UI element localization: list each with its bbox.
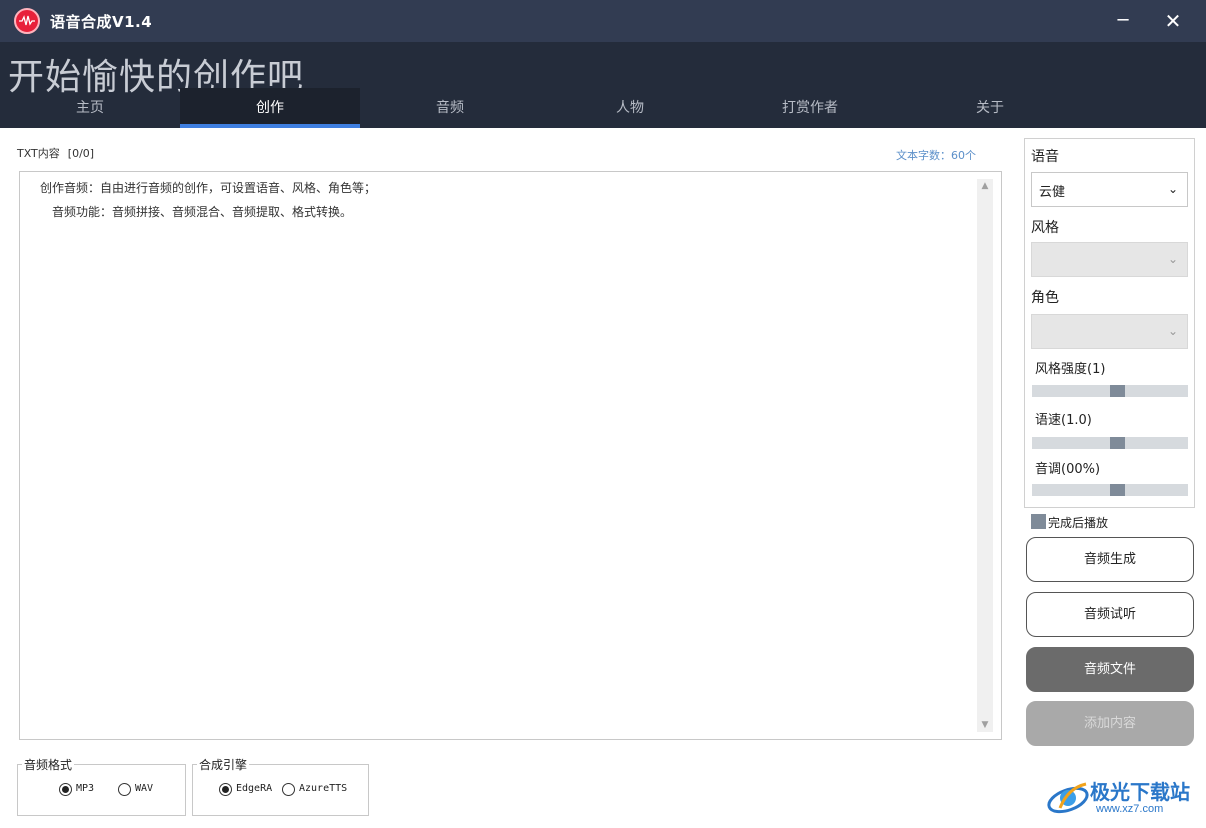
- radio-circle-checked[interactable]: [219, 783, 232, 796]
- voice-settings-panel: 语音 云健 ⌄ 风格 ⌄ 角色 ⌄ 风格强度(1) 语速(1.0) 音调(00%…: [1024, 138, 1195, 508]
- window-title: 语音合成V1.4: [50, 13, 153, 31]
- chevron-down-icon: ⌄: [1168, 324, 1179, 338]
- chevron-down-icon: ⌄: [1168, 182, 1179, 196]
- voice-select[interactable]: 云健 ⌄: [1031, 172, 1188, 207]
- minimize-button[interactable]: ─: [1110, 8, 1136, 34]
- radio-circle-checked[interactable]: [59, 783, 72, 796]
- char-count: 文本字数：60个: [896, 149, 976, 162]
- editor-line: 创作音频：自由进行音频的创作，可设置语音、风格、角色等；: [40, 181, 377, 195]
- slider-thumb[interactable]: [1110, 484, 1125, 496]
- style-label: 风格: [1031, 220, 1059, 236]
- txt-count: [0/0]: [67, 147, 95, 160]
- style-strength-slider[interactable]: [1032, 385, 1188, 397]
- editor-scrollbar[interactable]: ▲ ▼: [977, 179, 993, 732]
- txt-content-label: TXT内容 [0/0]: [17, 145, 94, 161]
- tab-bar: 主页 创作 音频 人物 打赏作者 关于: [0, 88, 1080, 128]
- style-strength-label: 风格强度(1): [1035, 362, 1106, 377]
- radio-label: EdgeRA: [236, 783, 273, 794]
- scroll-up-icon[interactable]: ▲: [977, 179, 993, 193]
- site-watermark: 极光下载站 www.xz7.com: [1044, 772, 1204, 822]
- audio-format-group: 音频格式 MP3 WAV: [17, 756, 186, 816]
- voice-label: 语音: [1031, 149, 1059, 165]
- audio-file-button[interactable]: 音频文件: [1026, 647, 1194, 692]
- radio-label: WAV: [135, 783, 154, 794]
- scroll-down-icon[interactable]: ▼: [977, 718, 993, 732]
- text-editor[interactable]: 创作音频：自由进行音频的创作，可设置语音、风格、角色等； 音频功能：音频拼接、音…: [19, 171, 1002, 740]
- microphone-wave-icon: [14, 8, 40, 34]
- watermark-title: 极光下载站: [1090, 780, 1190, 804]
- app-window: 语音合成V1.4 ─ ✕ 开始愉快的创作吧 主页 创作 音频 人物 打赏作者 关…: [0, 0, 1206, 828]
- role-select[interactable]: ⌄: [1031, 314, 1188, 349]
- slider-thumb[interactable]: [1110, 385, 1125, 397]
- tab-donate[interactable]: 打赏作者: [720, 88, 900, 128]
- banner: 开始愉快的创作吧 主页 创作 音频 人物 打赏作者 关于: [0, 42, 1206, 128]
- generate-audio-button[interactable]: 音频生成: [1026, 537, 1194, 582]
- voice-value: 云健: [1039, 185, 1066, 200]
- speed-slider[interactable]: [1032, 437, 1188, 449]
- role-label: 角色: [1031, 290, 1059, 306]
- watermark-logo-icon: [1047, 782, 1089, 814]
- radio-label: MP3: [76, 783, 95, 794]
- tab-about[interactable]: 关于: [900, 88, 1080, 128]
- synthesis-engine-group: 合成引擎 EdgeRA AzureTTS: [192, 756, 369, 816]
- synthesis-engine-title: 合成引擎: [197, 756, 250, 773]
- tab-characters[interactable]: 人物: [540, 88, 720, 128]
- play-after-label: 完成后播放: [1048, 516, 1109, 530]
- pitch-label: 音调(00%): [1035, 462, 1101, 477]
- checkbox-box[interactable]: [1031, 514, 1046, 529]
- style-select[interactable]: ⌄: [1031, 242, 1188, 277]
- tab-create[interactable]: 创作: [180, 88, 360, 128]
- pitch-slider[interactable]: [1032, 484, 1188, 496]
- speed-label: 语速(1.0): [1035, 413, 1092, 428]
- add-content-button[interactable]: 添加内容: [1026, 701, 1194, 746]
- audio-format-title: 音频格式: [22, 756, 75, 773]
- title-bar: 语音合成V1.4 ─ ✕: [0, 0, 1206, 42]
- radio-circle[interactable]: [282, 783, 295, 796]
- watermark-url: www.xz7.com: [1096, 803, 1164, 815]
- radio-label: AzureTTS: [299, 783, 348, 794]
- tab-audio[interactable]: 音频: [360, 88, 540, 128]
- txt-label-text: TXT内容: [17, 147, 60, 160]
- chevron-down-icon: ⌄: [1168, 252, 1179, 266]
- editor-line: 音频功能：音频拼接、音频混合、音频提取、格式转换。: [52, 205, 353, 219]
- slider-thumb[interactable]: [1110, 437, 1125, 449]
- close-button[interactable]: ✕: [1160, 8, 1186, 34]
- tab-home[interactable]: 主页: [0, 88, 180, 128]
- radio-circle[interactable]: [118, 783, 131, 796]
- preview-audio-button[interactable]: 音频试听: [1026, 592, 1194, 637]
